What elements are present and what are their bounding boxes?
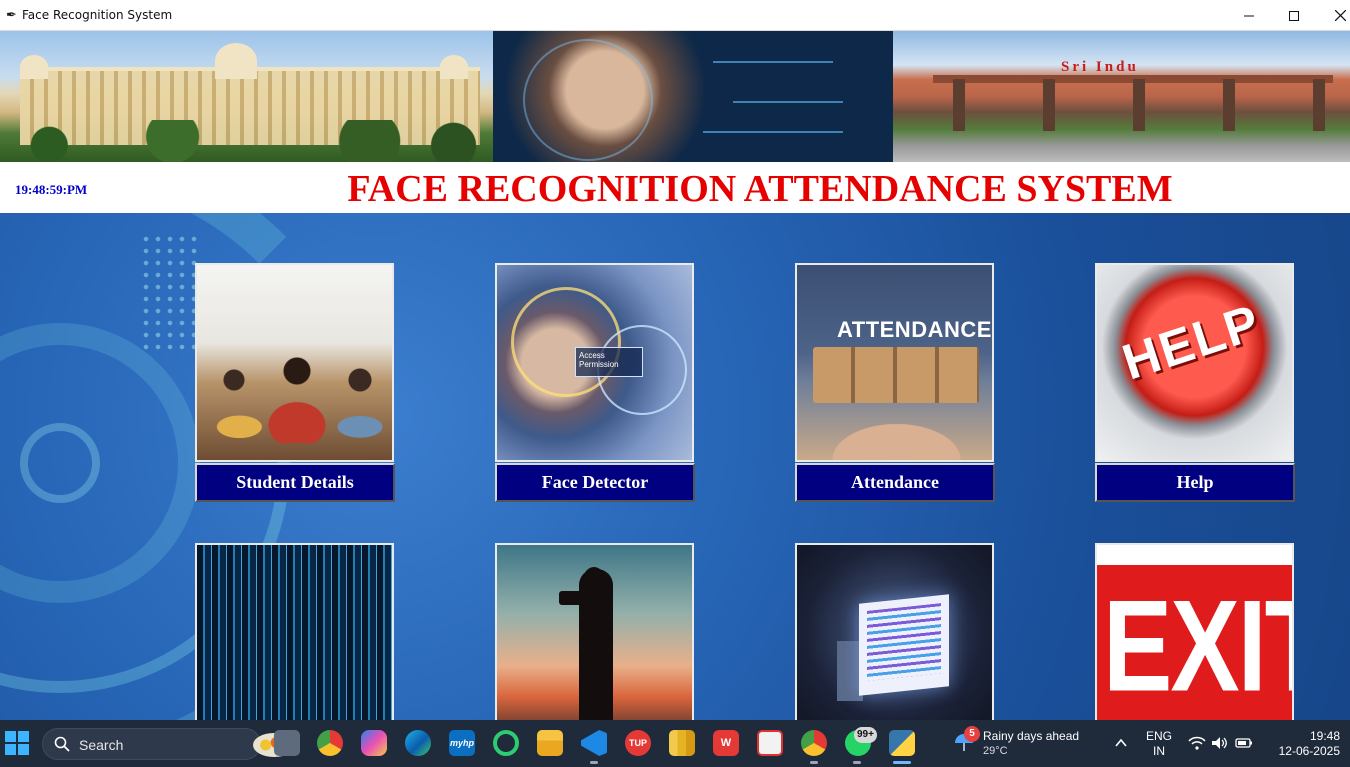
weather-temp: 29°C <box>983 745 1008 757</box>
running-indicator <box>810 761 818 764</box>
college-gate-image: Sri Indu <box>893 31 1350 162</box>
campus-dome <box>440 55 468 79</box>
power-bi-icon[interactable] <box>669 730 695 756</box>
chrome-profile-icon[interactable] <box>801 730 827 756</box>
snipping-tool-icon[interactable] <box>757 730 783 756</box>
circle-app-icon[interactable] <box>493 730 519 756</box>
taskbar-clock[interactable]: 19:48 12-06-2025 <box>1262 729 1340 759</box>
developer-image-button[interactable] <box>795 543 994 742</box>
help-image-text: HELP <box>1115 293 1268 391</box>
photos-image-button[interactable] <box>495 543 694 742</box>
attendance-button[interactable]: Attendance <box>795 463 995 502</box>
whatsapp-badge: 99+ <box>854 727 877 743</box>
clock-label: 19:48:59:PM <box>15 182 88 197</box>
maximize-icon <box>1289 10 1299 21</box>
maximize-button[interactable] <box>1271 0 1317 31</box>
gate-pillar <box>1313 79 1325 131</box>
windows-start-button[interactable] <box>5 731 29 755</box>
feather-icon: ✒ <box>6 7 17 22</box>
page-title: FACE RECOGNITION ATTENDANCE SYSTEM <box>347 168 1173 210</box>
tup-icon[interactable]: TUP <box>625 730 651 756</box>
photographer-head <box>583 567 605 593</box>
close-icon <box>1334 10 1346 21</box>
wps-icon[interactable]: W <box>713 730 739 756</box>
train-data-image-button[interactable] <box>195 543 394 742</box>
myhp-icon[interactable]: myhp <box>449 730 475 756</box>
region-code: IN <box>1153 744 1165 758</box>
help-image-button[interactable]: HELP <box>1095 263 1294 462</box>
close-button[interactable] <box>1317 0 1350 31</box>
taskbar-time: 19:48 <box>1309 729 1340 743</box>
vscode-icon[interactable] <box>581 730 607 756</box>
task-view-icon[interactable] <box>274 730 300 756</box>
language-indicator[interactable]: ENG IN <box>1146 729 1172 759</box>
access-permission-card: Access Permission <box>575 347 643 377</box>
windows-taskbar: myhp TUP W 99+ 5 Rainy days ahead 29°C E… <box>0 720 1350 767</box>
code-lines <box>867 603 941 681</box>
weather-badge: 5 <box>964 726 980 742</box>
attendance-image-button[interactable]: ATTENDANCE <box>795 263 994 462</box>
file-explorer-icon[interactable] <box>537 730 563 756</box>
gate-pillar <box>1223 79 1235 131</box>
hud-line <box>713 61 833 63</box>
python-icon[interactable] <box>889 730 915 756</box>
battery-icon[interactable] <box>1235 735 1253 751</box>
gate-pillar <box>1133 79 1145 131</box>
student-details-image-button[interactable] <box>195 263 394 462</box>
attendance-hands <box>797 404 992 460</box>
language-code: ENG <box>1146 729 1173 743</box>
taskbar-date: 12-06-2025 <box>1278 744 1340 758</box>
exit-image-text: EXIT <box>1103 574 1292 720</box>
gate-sign: Sri Indu <box>1061 59 1139 75</box>
face-scan-image <box>493 31 893 162</box>
camera-icon <box>559 591 589 605</box>
header-banner: Sri Indu <box>0 31 1350 162</box>
help-button[interactable]: Help <box>1095 463 1295 502</box>
window-title: Face Recognition System <box>22 8 173 22</box>
window-title-bar: ✒ Face Recognition System <box>0 0 1350 31</box>
minimize-button[interactable] <box>1226 0 1272 31</box>
face-detector-image-button[interactable]: Access Permission <box>495 263 694 462</box>
weather-title[interactable]: Rainy days ahead <box>983 729 1079 743</box>
college-campus-image <box>0 31 493 162</box>
attendance-image-text: ATTENDANCE <box>837 317 992 342</box>
hud-line <box>703 131 843 133</box>
taskbar-search[interactable] <box>42 728 295 760</box>
running-indicator <box>590 761 598 764</box>
face-detector-button[interactable]: Face Detector <box>495 463 695 502</box>
chevron-up-icon[interactable] <box>1113 736 1129 750</box>
active-indicator <box>893 761 911 764</box>
edge-icon[interactable] <box>405 730 431 756</box>
hud-line <box>733 101 843 103</box>
search-icon <box>54 736 70 752</box>
attendance-blocks <box>813 347 979 403</box>
copilot-icon[interactable] <box>361 730 387 756</box>
gate-pillar <box>953 79 965 131</box>
minimize-icon <box>1244 15 1254 16</box>
chrome-icon[interactable] <box>317 730 343 756</box>
volume-icon[interactable] <box>1211 735 1229 751</box>
face-scan-outline <box>523 39 653 161</box>
title-strip: 19:48:59:PM FACE RECOGNITION ATTENDANCE … <box>0 162 1350 213</box>
exit-image-button[interactable]: EXIT <box>1095 543 1294 742</box>
campus-dome <box>215 43 257 79</box>
search-input[interactable] <box>79 735 199 755</box>
running-indicator <box>853 761 861 764</box>
campus-dome <box>20 55 48 79</box>
students-illustration <box>207 353 387 443</box>
gate-pillar <box>1043 79 1055 131</box>
wifi-icon[interactable] <box>1188 735 1206 751</box>
student-details-button[interactable]: Student Details <box>195 463 395 502</box>
campus-trees <box>0 120 493 162</box>
background-dots <box>140 233 200 353</box>
background-ring <box>20 423 100 503</box>
